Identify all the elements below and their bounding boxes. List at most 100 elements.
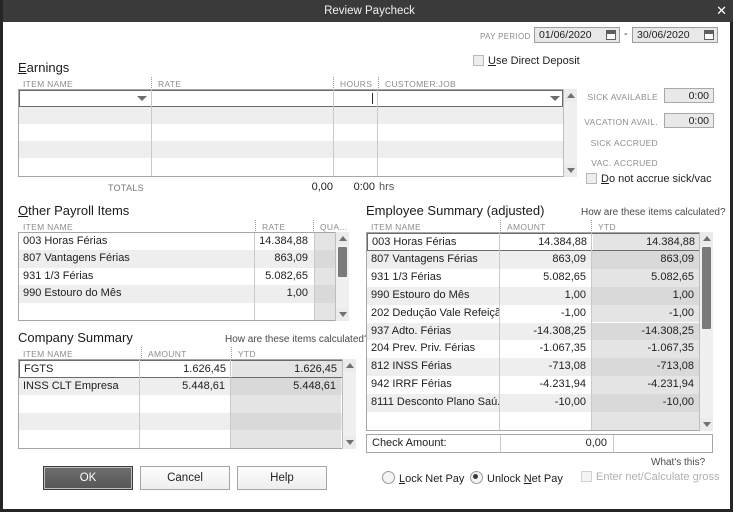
- scroll-up-icon[interactable]: [343, 359, 356, 372]
- cs-cell-item-name: FGTS: [24, 363, 54, 375]
- employee-summary-calc-link[interactable]: How are these items calculated?: [581, 207, 726, 218]
- opi-col-qua: QUA...: [320, 222, 348, 232]
- radio-circle: [470, 471, 483, 484]
- table-row[interactable]: [367, 412, 699, 430]
- company-summary-grid[interactable]: FGTS 1.626,45 1.626,45 INSS CLT Empresa 5.44…: [18, 359, 343, 449]
- scrollbar-thumb[interactable]: [702, 247, 711, 329]
- calendar-icon[interactable]: [606, 30, 616, 40]
- earnings-cell-item-name: [19, 158, 151, 175]
- column-divider[interactable]: [231, 347, 233, 358]
- chevron-down-icon[interactable]: [550, 96, 560, 101]
- es-cell-item-name: 937 Adto. Férias: [371, 324, 452, 337]
- ok-button[interactable]: OK: [43, 466, 133, 490]
- scroll-up-icon[interactable]: [564, 89, 577, 102]
- company-summary-calc-link[interactable]: How are these items calculated?: [225, 334, 370, 345]
- pay-period-to-field[interactable]: 30/06/2020: [632, 27, 718, 43]
- table-row[interactable]: 812 INSS Férias -713,08 -713,08: [367, 358, 699, 377]
- es-cell-amount: 863,09: [552, 252, 586, 265]
- pay-period-from-field[interactable]: 01/06/2020: [534, 27, 620, 43]
- table-row[interactable]: 003 Horas Férias 14.384,88 14.384,88: [367, 233, 699, 251]
- earnings-cell-item-name: [19, 141, 151, 158]
- column-divider[interactable]: [141, 347, 143, 358]
- es-cell-ytd: -1.067,35: [592, 340, 699, 359]
- lock-net-pay-radio[interactable]: Lock Net Pay: [382, 471, 464, 485]
- table-row[interactable]: [19, 430, 342, 448]
- cancel-button[interactable]: Cancel: [140, 466, 230, 490]
- table-row[interactable]: 204 Prev. Priv. Férias -1.067,35 -1.067,35: [367, 340, 699, 359]
- table-row[interactable]: 807 Vantagens Férias 863,09 863,09: [367, 250, 699, 269]
- column-divider[interactable]: [500, 220, 502, 231]
- es-col-item-name: ITEM NAME: [371, 222, 421, 232]
- table-row[interactable]: 003 Horas Férias 14.384,88: [19, 233, 335, 251]
- earnings-cell-item-name: [19, 124, 151, 141]
- table-row[interactable]: INSS CLT Empresa 5.448,61 5.448,61: [19, 377, 342, 396]
- scroll-down-icon[interactable]: [564, 164, 577, 177]
- table-row[interactable]: FGTS 1.626,45 1.626,45: [19, 360, 342, 378]
- close-icon[interactable]: ✕: [716, 0, 727, 22]
- other-payroll-items-grid[interactable]: 003 Horas Férias 14.384,88 807 Vantagens F…: [18, 232, 336, 321]
- table-row[interactable]: 990 Estouro do Mês 1,00: [19, 285, 335, 303]
- earnings-scrollbar[interactable]: [563, 89, 577, 177]
- use-direct-deposit-checkbox[interactable]: Use Direct Deposit: [473, 55, 580, 68]
- employee-summary-scrollbar[interactable]: [699, 232, 713, 431]
- vacation-avail-label: VACATION AVAIL.: [584, 117, 658, 127]
- review-paycheck-dialog: Review Paycheck ✕ PAY PERIOD 01/06/2020 …: [0, 0, 733, 512]
- table-row[interactable]: [19, 124, 563, 141]
- sick-available-field[interactable]: 0:00: [664, 88, 714, 103]
- table-row[interactable]: [19, 141, 563, 158]
- pay-period-to-value: 30/06/2020: [637, 29, 690, 41]
- column-divider[interactable]: [378, 77, 380, 88]
- table-row[interactable]: [19, 107, 563, 124]
- column-divider[interactable]: [333, 77, 335, 88]
- window-title: Review Paycheck: [324, 5, 415, 17]
- scroll-down-icon[interactable]: [343, 436, 356, 449]
- es-cell-ytd: 5.082,65: [592, 268, 699, 287]
- table-row[interactable]: [19, 302, 335, 320]
- other-payroll-items-heading: Other Payroll Items: [18, 203, 130, 218]
- table-row[interactable]: 931 1/3 Férias 5.082,65 5.082,65: [367, 268, 699, 287]
- table-row[interactable]: [19, 395, 342, 413]
- column-divider[interactable]: [591, 220, 593, 231]
- do-not-accrue-checkbox[interactable]: Do not accrue sick/vac: [586, 173, 712, 185]
- cs-col-item-name: ITEM NAME: [23, 349, 73, 359]
- earnings-cell-customer: [378, 107, 563, 124]
- earnings-grid[interactable]: [18, 89, 564, 177]
- cs-cell-item-name: [19, 395, 139, 413]
- opi-cell-item-name: 990 Estouro do Mês: [23, 287, 122, 300]
- table-row[interactable]: [19, 90, 563, 107]
- unlock-net-pay-radio[interactable]: Unlock Net Pay: [470, 471, 563, 485]
- vacation-avail-field[interactable]: 0:00: [664, 113, 714, 128]
- scroll-down-icon[interactable]: [336, 308, 349, 321]
- es-cell-amount: -713,08: [548, 360, 586, 373]
- table-row[interactable]: [19, 412, 342, 431]
- table-row[interactable]: 937 Adto. Férias -14.308,25 -14.308,25: [367, 322, 699, 341]
- table-row[interactable]: 807 Vantagens Férias 863,09: [19, 250, 335, 268]
- table-row[interactable]: 942 IRRF Férias -4.231,94 -4.231,94: [367, 376, 699, 395]
- es-cell-ytd: -713,08: [592, 358, 699, 377]
- table-row[interactable]: 8111 Desconto Plano Saú... -10,00 -10,00: [367, 394, 699, 412]
- scroll-up-icon[interactable]: [700, 232, 713, 245]
- calendar-icon[interactable]: [704, 30, 714, 40]
- checkbox-box: [581, 471, 592, 482]
- table-row[interactable]: 990 Estouro do Mês 1,00 1,00: [367, 286, 699, 305]
- earnings-cell-hours: [334, 141, 377, 158]
- column-divider[interactable]: [313, 220, 315, 231]
- scroll-down-icon[interactable]: [700, 418, 713, 431]
- column-divider[interactable]: [151, 77, 153, 88]
- help-button[interactable]: Help: [237, 466, 327, 490]
- scrollbar-thumb[interactable]: [338, 247, 347, 277]
- table-row[interactable]: [19, 158, 563, 175]
- enter-net-label: Enter net/Calculate gross: [596, 471, 720, 483]
- table-row[interactable]: 202 Dedução Vale Refeição -1,00 -1,00: [367, 304, 699, 323]
- other-payroll-items-scrollbar[interactable]: [335, 232, 349, 321]
- company-summary-scrollbar[interactable]: [342, 359, 356, 449]
- chevron-down-icon[interactable]: [137, 96, 147, 101]
- column-divider[interactable]: [255, 220, 257, 231]
- table-row[interactable]: 931 1/3 Férias 5.082,65: [19, 267, 335, 286]
- cs-cell-amount: [140, 395, 230, 413]
- scroll-up-icon[interactable]: [336, 232, 349, 245]
- es-cell-item-name: 807 Vantagens Férias: [371, 252, 478, 265]
- cs-cell-ytd: [231, 412, 341, 431]
- whats-this-link[interactable]: What's this?: [651, 457, 705, 468]
- employee-summary-grid[interactable]: 003 Horas Férias 14.384,88 14.384,88 807 Va…: [366, 232, 700, 431]
